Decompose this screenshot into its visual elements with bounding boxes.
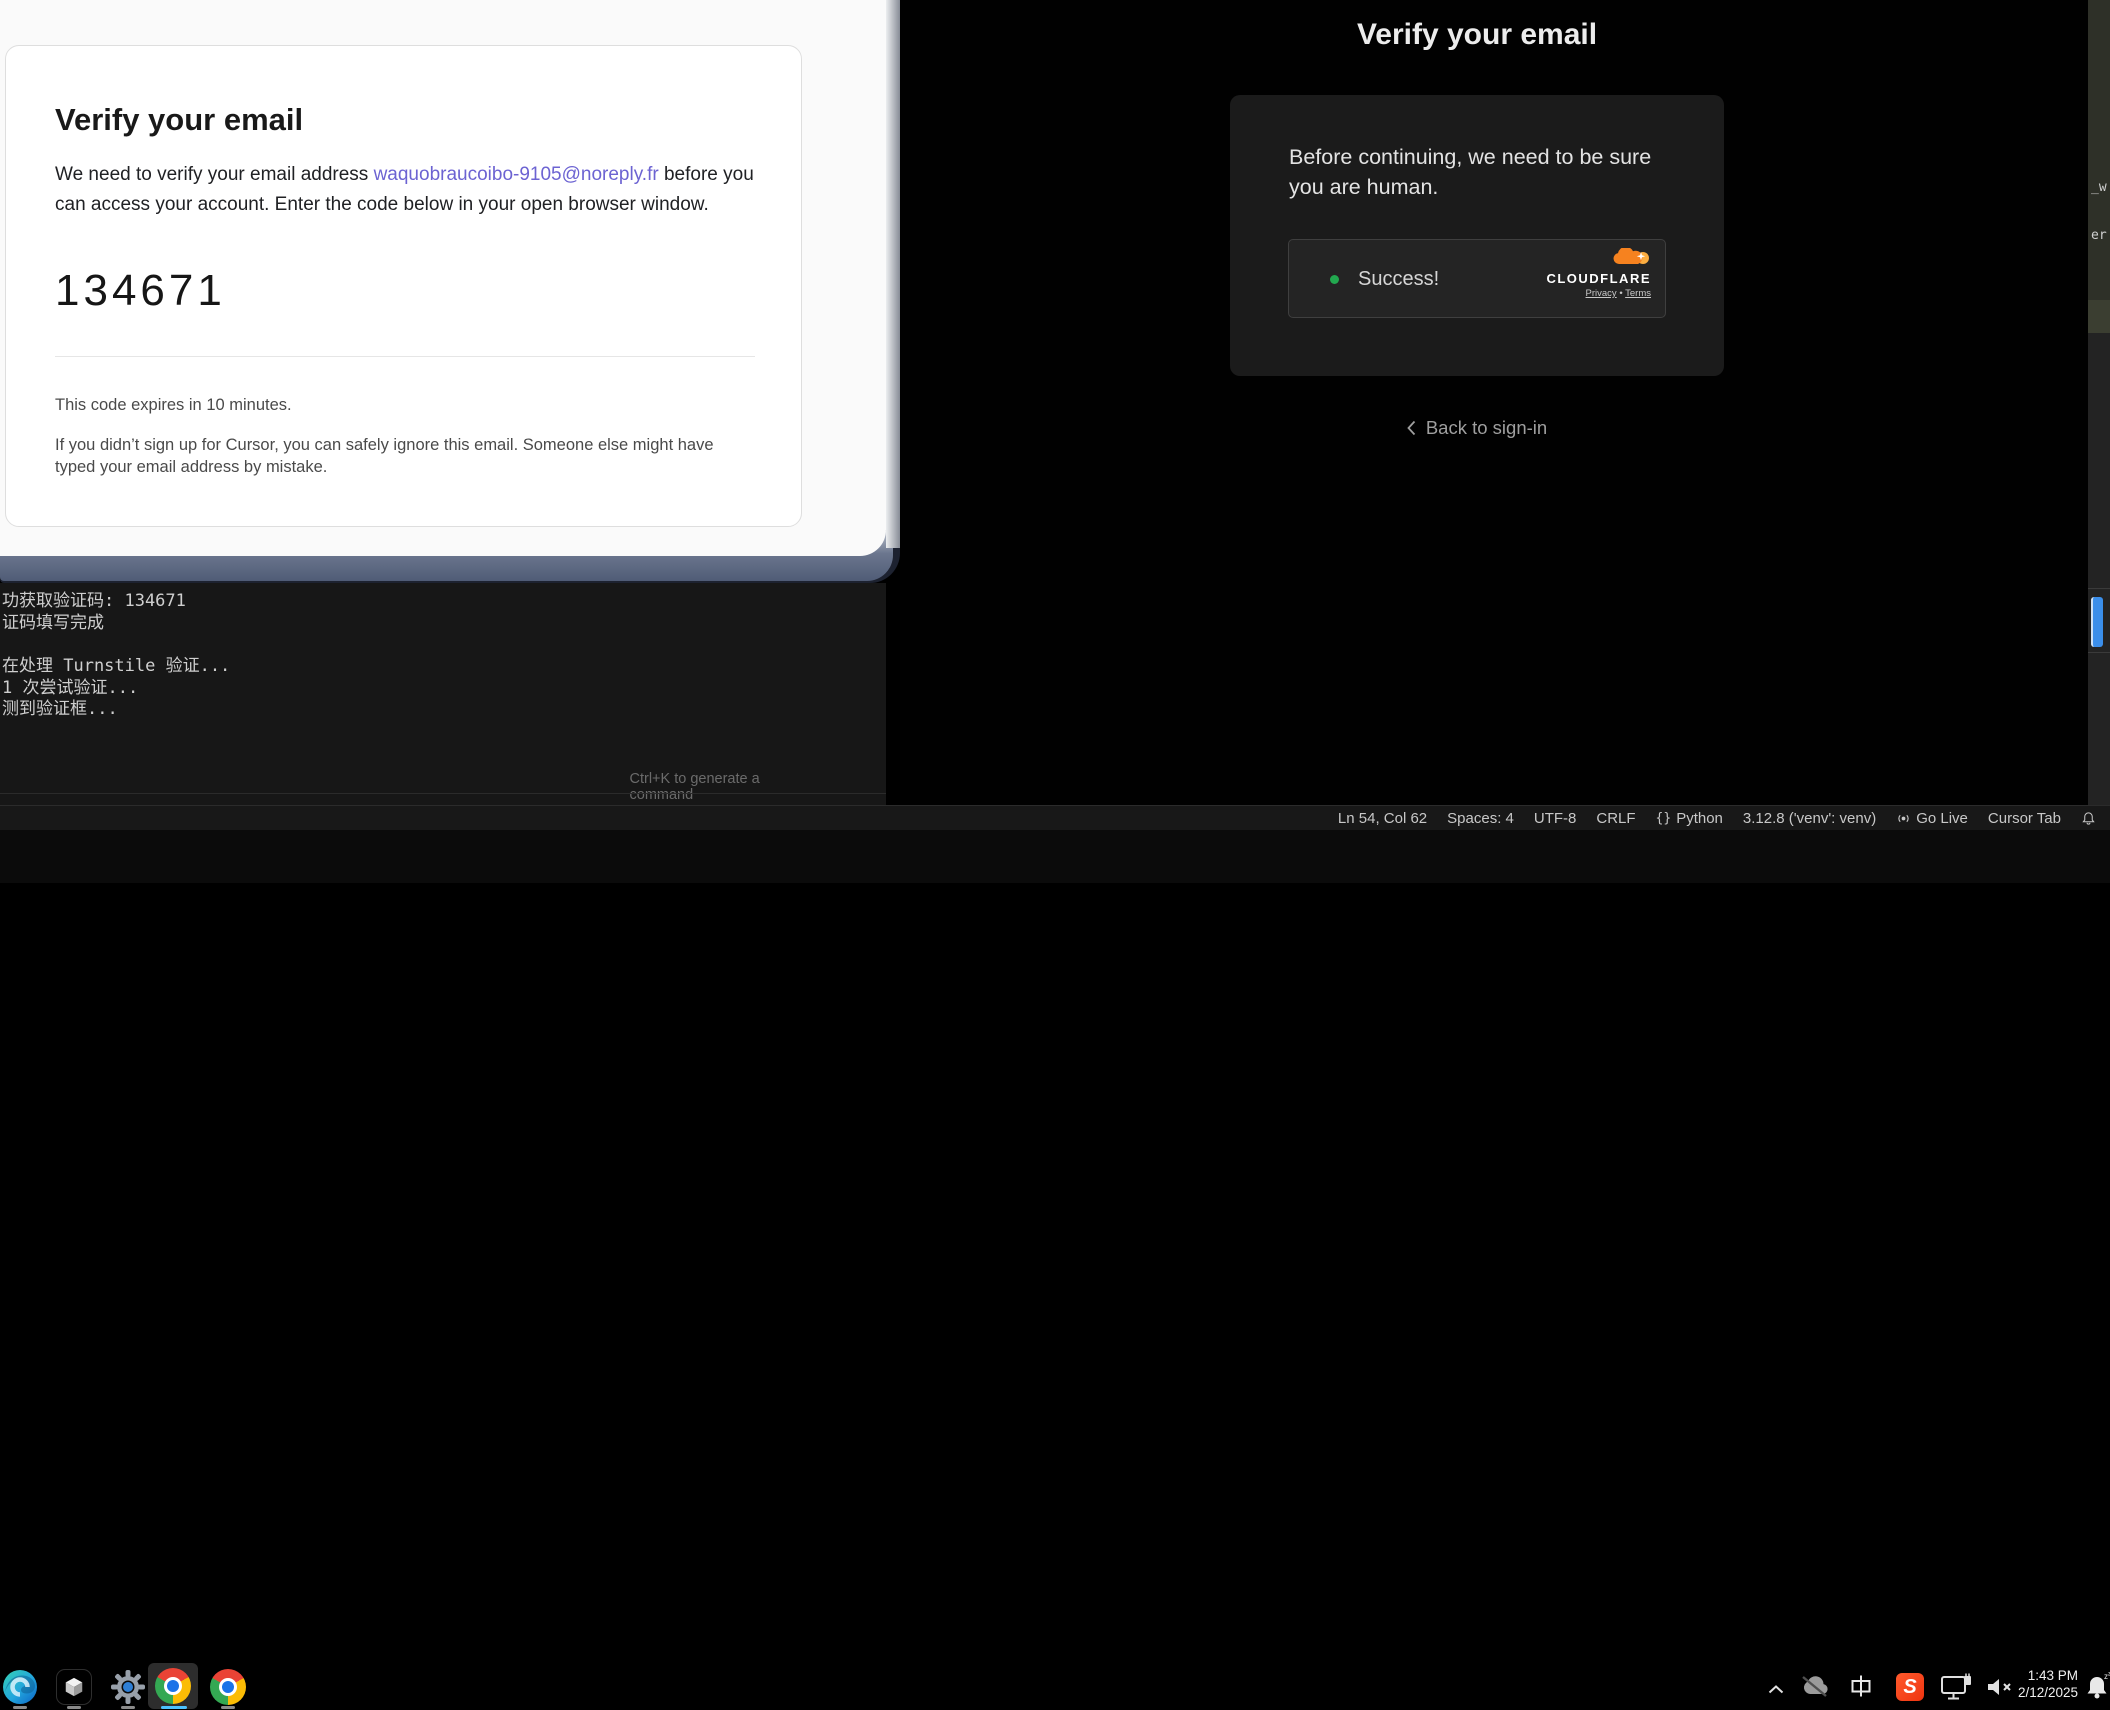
taskbar-indicator: [13, 1706, 27, 1709]
verification-code: 134671: [55, 266, 226, 316]
email-body-prefix: We need to verify your email address: [55, 164, 374, 185]
go-live-button[interactable]: Go Live: [1886, 810, 1978, 827]
expiry-note: This code expires in 10 minutes.: [55, 396, 292, 415]
back-to-signin-label: Back to sign-in: [1426, 417, 1547, 439]
edge-strip-upper: [2088, 0, 2110, 300]
display-network-icon[interactable]: [1940, 1673, 1974, 1706]
terminal-line: 测到验证框...: [2, 694, 118, 719]
cloudflare-logo: CLOUDFLARE Privacy • Terms: [1531, 248, 1651, 299]
window-right-edge: [886, 0, 900, 548]
terminal-line: 证码填写完成: [2, 608, 104, 633]
email-heading: Verify your email: [55, 102, 303, 138]
scroll-indicator[interactable]: [2091, 597, 2103, 647]
notification-bell-icon[interactable]: z z: [2086, 1671, 2110, 1706]
cursor-app-icon[interactable]: [56, 1669, 92, 1705]
python-interpreter-indicator[interactable]: 3.12.8 ('venv': venv): [1733, 810, 1886, 827]
divider: [55, 356, 755, 357]
indentation-indicator[interactable]: Spaces: 4: [1437, 810, 1524, 827]
background-window-edge-strip: _w er: [2088, 0, 2110, 805]
email-address-link[interactable]: waquobraucoibo-9105@noreply.fr: [374, 164, 659, 185]
page-title: Verify your email: [1230, 18, 1724, 52]
verification-subtitle: Before continuing, we need to be sure yo…: [1289, 142, 1689, 202]
braces-icon: {}: [1656, 811, 1672, 826]
clipped-text-fragment: _w: [2091, 180, 2107, 195]
edge-icon[interactable]: [2, 1669, 38, 1705]
clock-date: 2/12/2025: [2004, 1684, 2078, 1701]
go-live-label: Go Live: [1916, 810, 1968, 827]
settings-gear-icon[interactable]: [110, 1669, 146, 1705]
bell-icon: [2081, 811, 2096, 826]
taskbar-indicator-active: [161, 1706, 187, 1709]
notifications-button[interactable]: [2071, 811, 2106, 826]
success-dot-icon: [1330, 275, 1339, 284]
email-body: We need to verify your email address waq…: [55, 160, 762, 220]
terminal-panel[interactable]: 功获取验证码: 134671 证码填写完成 在处理 Turnstile 验证..…: [0, 583, 886, 805]
chevron-left-icon: [1407, 420, 1416, 436]
clock-time: 1:43 PM: [2004, 1667, 2078, 1684]
hidden-icons-chevron-icon[interactable]: [1768, 1681, 1784, 1699]
taskbar: S 1:43 PM 2/12/2025 z z: [0, 830, 2110, 883]
edge-strip-divider: [2088, 652, 2110, 653]
chrome-icon[interactable]: [210, 1669, 246, 1705]
terminal-hint: Ctrl+K to generate a command: [630, 771, 801, 803]
language-mode-indicator[interactable]: {} Python: [1646, 810, 1733, 827]
email-card: Verify your email We need to verify your…: [5, 45, 802, 527]
sogou-letter: S: [1903, 1676, 1916, 1699]
language-label: Python: [1676, 810, 1723, 827]
taskbar-clock[interactable]: 1:43 PM 2/12/2025: [2004, 1667, 2078, 1701]
edge-strip-divider: [2088, 588, 2110, 589]
status-bar: Ln 54, Col 62 Spaces: 4 UTF-8 CRLF {} Py…: [0, 805, 2110, 830]
chrome-icon-center: [167, 1680, 179, 1692]
clipped-text-fragment: er: [2091, 228, 2107, 243]
edge-strip-highlight: [2088, 300, 2110, 333]
terms-link[interactable]: Terms: [1625, 288, 1651, 299]
verify-page: Verify your email Before continuing, we …: [900, 0, 2110, 805]
broadcast-icon: [1896, 811, 1911, 826]
onedrive-icon[interactable]: [1798, 1675, 1830, 1702]
input-method-icon[interactable]: [1848, 1673, 1874, 1704]
cursor-tab-indicator[interactable]: Cursor Tab: [1978, 810, 2071, 827]
chrome-icon-center: [222, 1681, 234, 1693]
cloudflare-brand: CLOUDFLARE: [1531, 271, 1651, 286]
taskbar-indicator: [121, 1706, 135, 1709]
email-disclaimer: If you didn’t sign up for Cursor, you ca…: [55, 434, 755, 478]
privacy-link[interactable]: Privacy: [1586, 288, 1617, 299]
terminal-border: [0, 793, 886, 794]
back-to-signin-link[interactable]: Back to sign-in: [1230, 417, 1724, 439]
cloudflare-turnstile-widget: Success! CLOUDFLARE Privacy • Terms: [1288, 239, 1666, 318]
cursor-position-indicator[interactable]: Ln 54, Col 62: [1328, 810, 1437, 827]
turnstile-status: Success!: [1358, 268, 1439, 291]
taskbar-indicator: [221, 1706, 235, 1709]
taskbar-indicator: [67, 1706, 81, 1709]
email-window: Verify your email We need to verify your…: [0, 0, 900, 583]
cloudflare-cloud-icon: [1611, 248, 1651, 266]
cloudflare-links: Privacy • Terms: [1531, 288, 1651, 299]
encoding-indicator[interactable]: UTF-8: [1524, 810, 1587, 827]
chrome-icon: [155, 1668, 191, 1704]
eol-indicator[interactable]: CRLF: [1586, 810, 1645, 827]
verification-card: Before continuing, we need to be sure yo…: [1230, 95, 1724, 376]
sogou-icon[interactable]: S: [1896, 1673, 1924, 1701]
link-separator: •: [1619, 288, 1622, 299]
chrome-icon-active[interactable]: [148, 1663, 198, 1709]
